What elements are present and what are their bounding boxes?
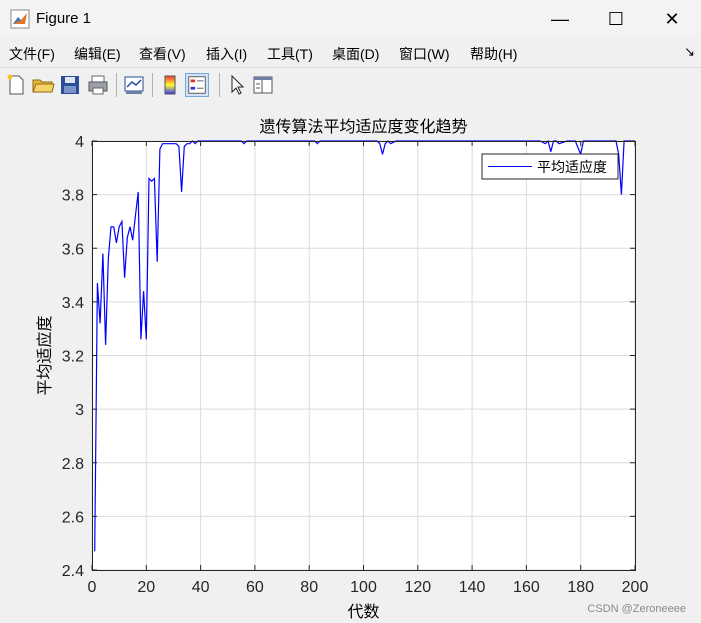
close-icon: ✕	[664, 8, 680, 29]
y-tick-label: 2.6	[62, 509, 84, 526]
window-titlebar: Figure 1 — ☐ ✕	[0, 0, 701, 38]
toolbar-separator	[116, 73, 117, 97]
legend[interactable]: 平均适应度	[481, 153, 619, 180]
y-axis-label: 平均适应度	[35, 315, 54, 395]
x-tick-label: 140	[459, 579, 486, 596]
menu-window[interactable]: 窗口(W)	[399, 44, 450, 64]
x-tick-label: 40	[192, 579, 210, 596]
property-editor-icon[interactable]	[251, 73, 275, 97]
save-icon[interactable]	[58, 73, 82, 97]
menu-desktop[interactable]: 桌面(D)	[332, 44, 379, 64]
maximize-icon: ☐	[607, 8, 625, 29]
y-tick-label: 3.4	[62, 295, 84, 312]
close-button[interactable]: ✕	[644, 0, 700, 38]
menu-edit[interactable]: 编辑(E)	[74, 44, 121, 64]
y-tick-label: 2.4	[62, 563, 84, 580]
open-file-icon[interactable]	[31, 73, 55, 97]
menu-help[interactable]: 帮助(H)	[470, 44, 517, 64]
x-tick-label: 120	[404, 579, 431, 596]
y-tick-label: 2.8	[62, 456, 84, 473]
menu-insert[interactable]: 插入(I)	[206, 44, 247, 64]
figure-canvas: 0 20 40 60 80 100 120 140 160 180 200 2.4 2.6 2.8 3 3.2…	[0, 102, 701, 623]
x-tick-label: 60	[246, 579, 264, 596]
window-title: Figure 1	[36, 10, 92, 27]
y-tick-label: 3.8	[62, 188, 84, 205]
toolbar-separator	[219, 73, 220, 97]
link-plot-icon[interactable]	[122, 73, 146, 97]
colorbar-icon[interactable]	[158, 73, 182, 97]
figure-toolbar	[0, 67, 701, 103]
matlab-logo-icon	[10, 9, 30, 29]
legend-entry-label: 平均适应度	[537, 159, 607, 176]
x-axis-label: 代数	[347, 602, 379, 621]
y-tick-label: 3.2	[62, 349, 84, 366]
watermark-text: CSDN @Zeroneeee	[587, 603, 686, 615]
x-tick-label: 80	[300, 579, 318, 596]
pointer-icon[interactable]	[225, 73, 249, 97]
menu-bar: 文件(F) 编辑(E) 查看(V) 插入(I) 工具(T) 桌面(D) 窗口(W…	[0, 38, 701, 67]
x-tick-label: 0	[88, 579, 97, 596]
x-tick-label: 20	[137, 579, 155, 596]
x-tick-label: 180	[567, 579, 594, 596]
toolbar-separator	[152, 73, 153, 97]
menu-file[interactable]: 文件(F)	[9, 44, 55, 64]
menu-tools[interactable]: 工具(T)	[267, 44, 313, 64]
x-tick-label: 160	[513, 579, 540, 596]
menu-view[interactable]: 查看(V)	[139, 44, 186, 64]
x-tick-label: 100	[350, 579, 377, 596]
chart-title: 遗传算法平均适应度变化趋势	[259, 117, 467, 136]
y-tick-label: 3.6	[62, 241, 84, 258]
legend-button[interactable]	[185, 73, 209, 97]
menu-overflow-icon[interactable]: ↘	[684, 44, 695, 60]
x-tick-label: 200	[622, 579, 649, 596]
y-tick-label: 4	[75, 134, 84, 151]
minimize-icon: —	[551, 8, 569, 29]
y-tick-label: 3	[75, 402, 84, 419]
legend-icon	[188, 76, 206, 94]
minimize-button[interactable]: —	[532, 0, 588, 38]
new-figure-icon[interactable]	[4, 73, 28, 97]
print-icon[interactable]	[86, 73, 110, 97]
maximize-button[interactable]: ☐	[588, 0, 644, 38]
